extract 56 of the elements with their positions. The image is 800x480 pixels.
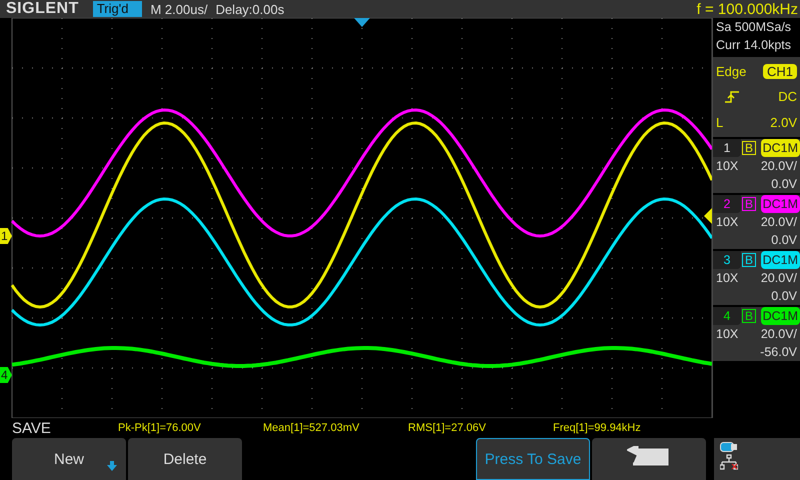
- memory-depth: Curr 14.0kpts: [715, 37, 792, 54]
- softkey-button[interactable]: Delete: [128, 438, 242, 480]
- softkey-button[interactable]: New: [12, 438, 126, 480]
- delay-label: Delay:0.00s: [216, 2, 284, 16]
- coupling-label: DC1M: [760, 251, 800, 269]
- trigger-level-label: L: [716, 114, 724, 130]
- trigger-status: Trig'd: [92, 1, 142, 17]
- coupling-label: DC1M: [760, 195, 800, 213]
- frequency-readout: f = 100.000kHz: [696, 0, 799, 18]
- probe-label: 10X: [715, 326, 740, 343]
- measurement-readout: Pk-Pk[1]=76.00V: [118, 422, 202, 434]
- channel-panel[interactable]: 2 B DC1M 10X 20.0V/ 0.0V: [713, 195, 800, 249]
- coupling-label: DC1M: [760, 307, 800, 325]
- probe-label: 10X: [715, 158, 740, 175]
- back-button[interactable]: [592, 438, 706, 480]
- coupling-label: DC1M: [760, 139, 800, 157]
- trigger-source: CH1: [762, 64, 797, 80]
- trigger-level: 2.0V: [770, 114, 797, 130]
- channel-marker: 1: [0, 228, 12, 244]
- offset-label: -56.0V: [759, 344, 798, 361]
- probe-label: 10X: [715, 214, 740, 231]
- measurement-readout: RMS[1]=27.06V: [408, 422, 487, 434]
- scale-label: 20.0V/: [760, 214, 798, 231]
- measurement-readout: Mean[1]=527.03mV: [263, 422, 360, 434]
- scale-label: 20.0V/: [760, 270, 798, 287]
- scale-label: 20.0V/: [760, 158, 798, 175]
- channel-panel[interactable]: 1 B DC1M 10X 20.0V/ 0.0V: [713, 139, 800, 193]
- offset-label: 0.0V: [770, 288, 798, 305]
- network-icon: [720, 454, 738, 470]
- channel-panel[interactable]: 3 B DC1M 10X 20.0V/ 0.0V: [713, 251, 800, 305]
- scale-label: 20.0V/: [760, 326, 798, 343]
- offset-label: 0.0V: [770, 176, 798, 193]
- channel-panel[interactable]: 4 B DC1M 10X 20.0V/ -56.0V: [713, 307, 800, 361]
- sample-rate: Sa 500MSa/s: [715, 19, 792, 36]
- bandwidth-limit-label: B: [742, 197, 756, 211]
- channel-number: 4: [713, 307, 741, 325]
- brand-logo: SIGLENT: [6, 0, 79, 18]
- trigger-type: Edge: [716, 64, 746, 80]
- menu-title: SAVE: [11, 420, 52, 436]
- softkey-button[interactable]: Press To Save: [476, 438, 590, 480]
- down-arrow-icon: [107, 461, 117, 471]
- channel-number: 3: [713, 251, 741, 269]
- channel-marker: 4: [0, 367, 12, 383]
- probe-label: 10X: [715, 270, 740, 287]
- timebase-label: M 2.00us/: [150, 2, 208, 16]
- rising-edge-icon: [724, 90, 740, 104]
- channel-number: 2: [713, 195, 741, 213]
- trigger-coupling: DC: [778, 89, 797, 104]
- bandwidth-limit-label: B: [742, 141, 756, 155]
- bandwidth-limit-label: B: [742, 309, 756, 323]
- offset-label: 0.0V: [770, 232, 798, 249]
- trigger-panel[interactable]: Edge CH1 DC L 2.0V: [713, 57, 800, 137]
- usb-icon: [720, 442, 738, 452]
- measurement-readout: Freq[1]=99.94kHz: [553, 422, 641, 434]
- bandwidth-limit-label: B: [742, 253, 756, 267]
- channel-number: 1: [713, 139, 741, 157]
